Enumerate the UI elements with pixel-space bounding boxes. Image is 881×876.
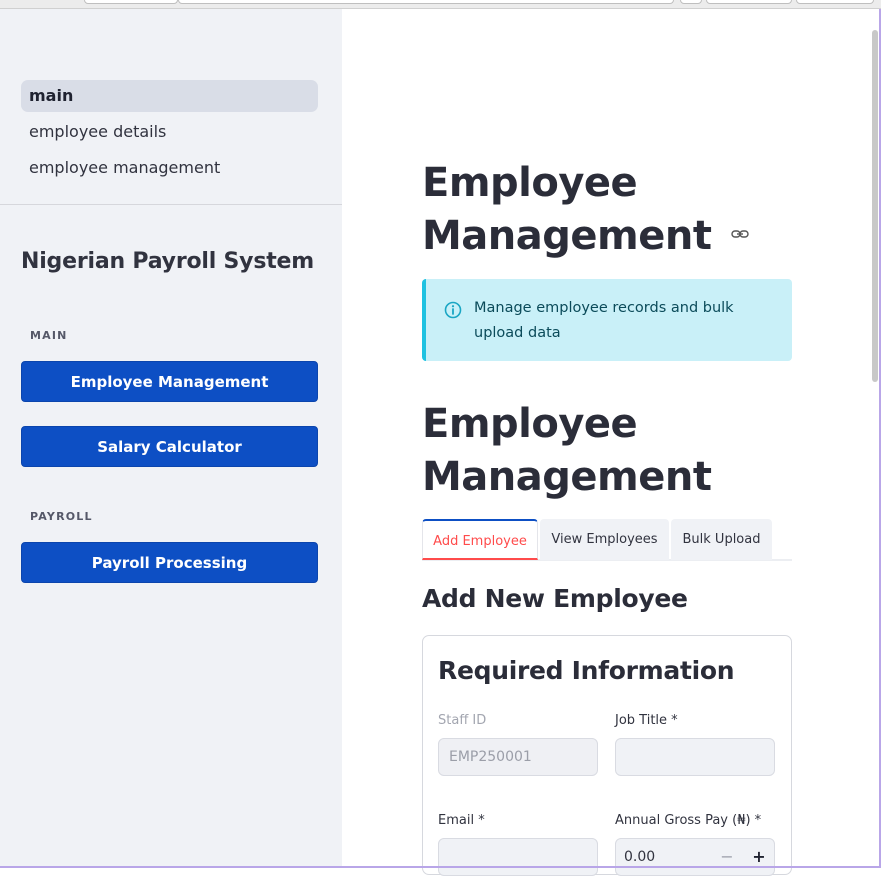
email-label: Email * (438, 813, 485, 828)
gross-pay-stepper[interactable]: 0.00 − + (615, 838, 775, 876)
page-title-line1: Employee (422, 160, 638, 206)
job-title-field[interactable] (615, 738, 775, 776)
toolbar-tab-fragment (84, 0, 178, 4)
toolbar-button-fragment[interactable] (706, 0, 792, 4)
payroll-processing-button[interactable]: Payroll Processing (21, 542, 318, 583)
staff-id-label: Staff ID (438, 713, 487, 728)
tab-bar: Add Employee View Employees Bulk Upload (422, 519, 792, 561)
sidebar-title: Nigerian Payroll System (21, 249, 314, 274)
info-icon (444, 301, 462, 319)
page-title-line2: Management (422, 213, 712, 259)
sidebar-section-payroll-label: PAYROLL (30, 510, 93, 523)
address-bar-fragment[interactable] (178, 0, 674, 4)
tab-view-employees[interactable]: View Employees (540, 519, 669, 560)
sidebar-nav-main[interactable]: main (21, 80, 318, 112)
form-section-title: Required Information (438, 656, 735, 685)
salary-calculator-button[interactable]: Salary Calculator (21, 426, 318, 467)
add-employee-heading: Add New Employee (422, 584, 688, 613)
gross-pay-increment-button[interactable]: + (744, 839, 774, 875)
gross-pay-label: Annual Gross Pay (₦) * (615, 813, 762, 828)
section-title-line2: Management (422, 454, 712, 500)
info-alert-text: Manage employee records and bulk upload … (474, 300, 734, 341)
employee-management-button[interactable]: Employee Management (21, 361, 318, 402)
sidebar-nav-employee-details[interactable]: employee details (21, 116, 318, 148)
main-scrollbar[interactable] (872, 30, 878, 382)
job-title-label: Job Title * (615, 713, 678, 728)
tab-add-employee[interactable]: Add Employee (422, 519, 538, 560)
sidebar-nav-employee-management[interactable]: employee management (21, 152, 318, 184)
sidebar-section-main-label: MAIN (30, 329, 68, 342)
sidebar-divider (0, 204, 342, 205)
email-field[interactable] (438, 838, 598, 876)
staff-id-field: EMP250001 (438, 738, 598, 776)
page-title: Employee Management (422, 157, 802, 263)
section-title-line1: Employee (422, 401, 638, 447)
toolbar-button-fragment[interactable] (680, 0, 702, 4)
section-title: Employee Management (422, 398, 802, 504)
tab-bulk-upload[interactable]: Bulk Upload (671, 519, 772, 560)
sidebar-page-nav: main employee details employee managemen… (21, 80, 318, 188)
browser-toolbar-strip (0, 0, 881, 9)
link-icon[interactable] (731, 228, 749, 240)
gross-pay-value[interactable]: 0.00 (624, 849, 655, 865)
gross-pay-decrement-button[interactable]: − (712, 839, 742, 875)
toolbar-button-fragment[interactable] (796, 0, 874, 4)
info-alert: Manage employee records and bulk upload … (422, 279, 792, 361)
